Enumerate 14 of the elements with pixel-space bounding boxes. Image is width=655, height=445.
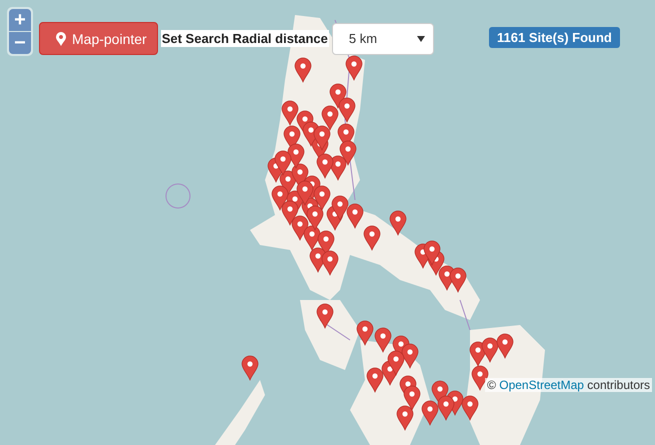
zoom-in-button[interactable]: + bbox=[9, 9, 31, 31]
dropdown-caret-icon bbox=[416, 36, 425, 42]
map-markers-drawing[interactable] bbox=[470, 334, 514, 366]
map-markers-drawing[interactable] bbox=[268, 56, 466, 292]
zoom-out-button[interactable]: − bbox=[9, 32, 31, 54]
map-pin-icon bbox=[56, 32, 66, 46]
sites-found-badge: 1161 Site(s) Found bbox=[489, 27, 620, 48]
radius-label: Set Search Radial distance bbox=[160, 30, 329, 47]
map-markers-drawing[interactable] bbox=[242, 304, 488, 430]
radius-select[interactable]: 5 km bbox=[332, 22, 434, 54]
map-pointer-button[interactable]: Map-pointer bbox=[39, 22, 158, 55]
openstreetmap-link[interactable]: OpenStreetMap bbox=[499, 378, 584, 392]
map-attribution: © OpenStreetMap contributors bbox=[485, 378, 652, 392]
map-drawing[interactable] bbox=[0, 0, 655, 445]
